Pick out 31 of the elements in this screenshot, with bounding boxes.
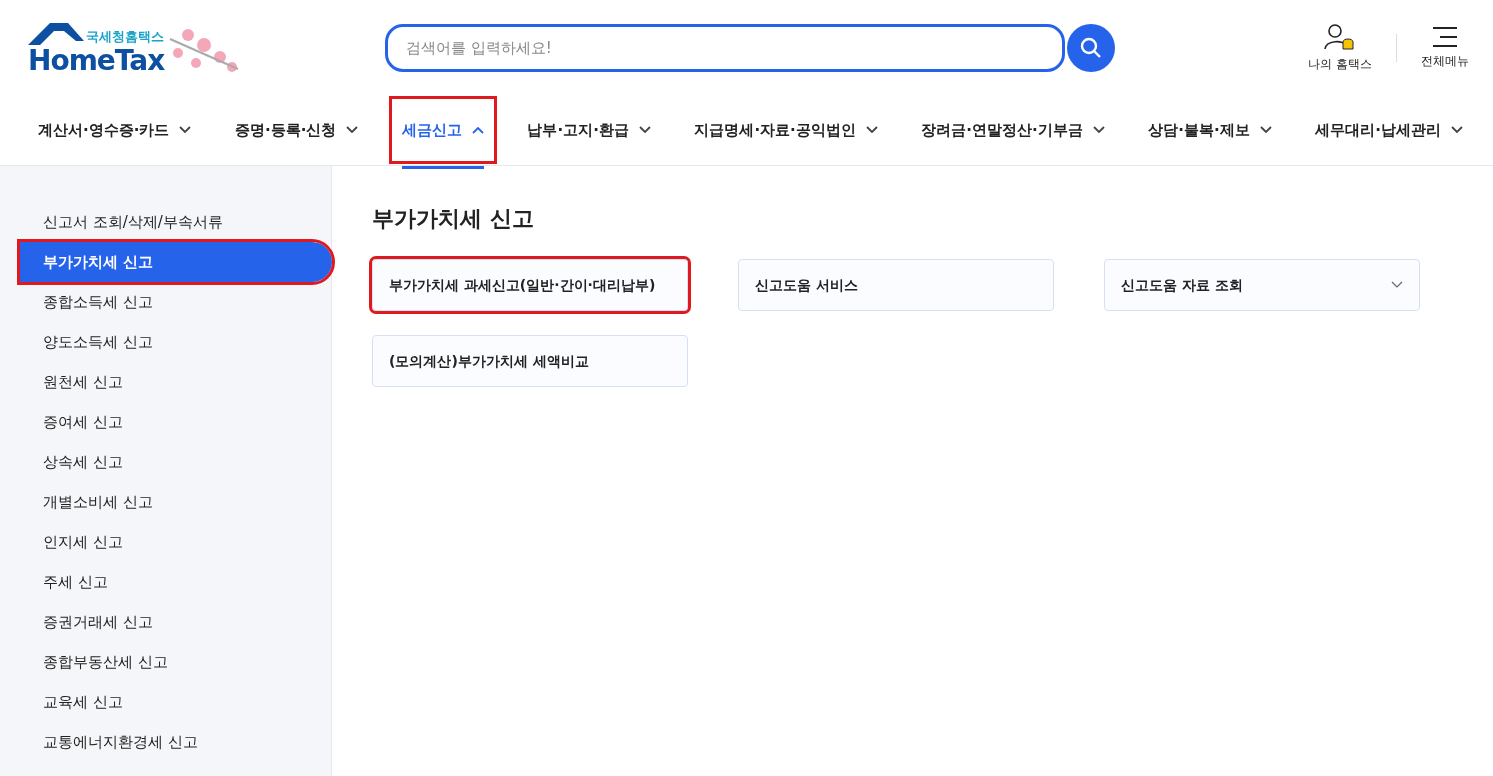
link-card[interactable]: 부가가치세 과세신고(일반·간이·대리납부) bbox=[372, 259, 688, 311]
sidebar-item[interactable]: 종합소득세 신고 bbox=[20, 282, 332, 322]
nav-tab[interactable]: 세무대리·납세관리 bbox=[1305, 99, 1473, 161]
sidebar-item[interactable]: 상속세 신고 bbox=[20, 442, 332, 482]
nav-tab[interactable]: 계산서·영수증·카드 bbox=[28, 99, 202, 161]
sidebar-item[interactable]: 증여세 신고 bbox=[20, 402, 332, 442]
page-title: 부가가치세 신고 bbox=[372, 205, 535, 233]
search-field[interactable]: 검색어를 입력하세요! bbox=[385, 23, 1065, 72]
sidebar-item[interactable]: 원천세 신고 bbox=[20, 362, 332, 402]
link-card[interactable]: (모의계산)부가가치세 세액비교 bbox=[372, 335, 688, 387]
link-card[interactable]: 신고도움 서비스 bbox=[738, 259, 1054, 311]
sidebar-item[interactable]: 신고서 조회/삭제/부속서류 bbox=[20, 202, 332, 242]
sidebar-item[interactable]: 인지세 신고 bbox=[20, 522, 332, 562]
my-hometax-button[interactable]: 나의 홈택스 bbox=[1308, 22, 1372, 73]
logo-wordmark[interactable]: HomeTax bbox=[28, 46, 165, 75]
dropdown-card[interactable]: 신고도움 자료 조회 bbox=[1104, 259, 1420, 311]
sidebar-item[interactable]: 교육세 신고 bbox=[20, 682, 332, 722]
sidebar-item[interactable]: 증권거래세 신고 bbox=[20, 602, 332, 642]
all-menu-button[interactable]: 전체메뉴 bbox=[1421, 25, 1469, 70]
nav-tab[interactable]: 장려금·연말정산·기부금 bbox=[911, 99, 1115, 161]
sidebar-item[interactable]: 주세 신고 bbox=[20, 562, 332, 602]
nav-tab[interactable]: 증명·등록·신청 bbox=[224, 99, 369, 161]
nav-tab[interactable]: 상담·불복·제보 bbox=[1138, 99, 1282, 161]
sidebar-item[interactable]: 개별소비세 신고 bbox=[20, 482, 332, 522]
sidebar-item[interactable]: 부가가치세 신고 bbox=[20, 242, 332, 282]
sidebar-item[interactable]: 양도소득세 신고 bbox=[20, 322, 332, 362]
sidebar-item[interactable]: 종합부동산세 신고 bbox=[20, 642, 332, 682]
logo-subtitle: 국세청홈택스 bbox=[86, 29, 165, 43]
nav-tab[interactable]: 납부·고지·환급 bbox=[517, 99, 661, 161]
sidebar-item[interactable]: 교통에너지환경세 신고 bbox=[20, 722, 332, 762]
nav-tab[interactable]: 지급명세·자료·공익법인 bbox=[684, 99, 888, 161]
